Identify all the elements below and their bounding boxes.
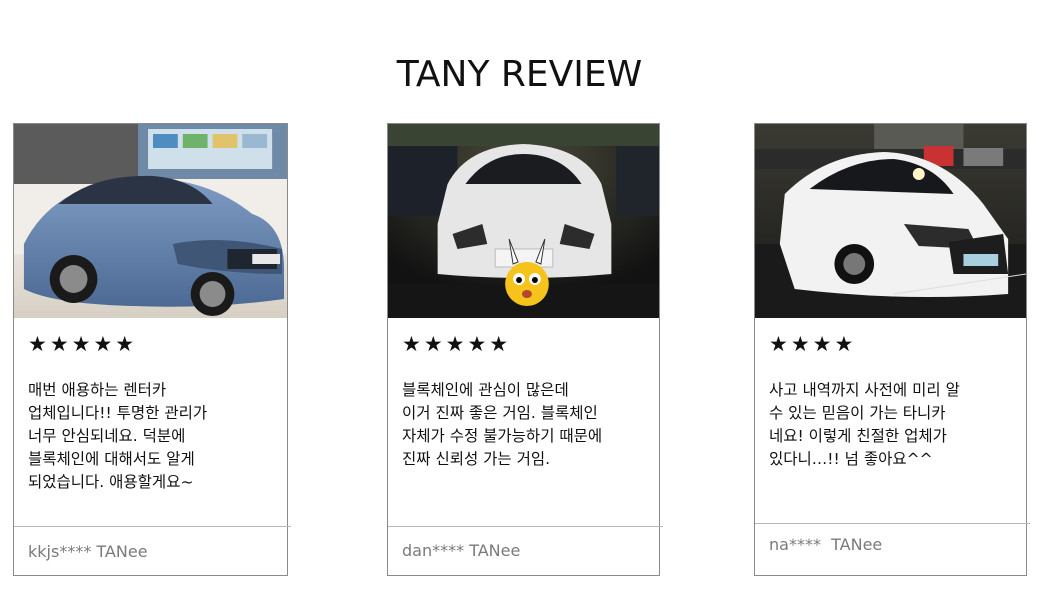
- divider: [14, 526, 291, 527]
- review-card[interactable]: ★★★★ 사고 내역까지 사전에 미리 알 수 있는 믿음이 가는 타니카 네요…: [754, 123, 1030, 576]
- review-card[interactable]: ★★★★★ 매번 애용하는 렌터카 업체입니다!! 투명한 관리가 너무 안심되…: [13, 123, 291, 576]
- star-rating: ★★★★★: [28, 332, 138, 356]
- divider: [388, 526, 663, 527]
- review-card[interactable]: ★★★★★ 블록체인에 관심이 많은데 이거 진짜 좋은 거임. 블록체인 자체…: [387, 123, 663, 576]
- reviewer-name: dan**** TANee: [402, 541, 521, 560]
- white-coupe-night-photo: [755, 124, 1026, 318]
- reviewer-name: kkjs**** TANee: [28, 542, 148, 561]
- blue-sedan-photo: [14, 124, 287, 318]
- page-title: TANY REVIEW: [396, 54, 643, 95]
- review-text: 사고 내역까지 사전에 미리 알 수 있는 믿음이 가는 타니카 네요! 이렇게…: [769, 381, 960, 468]
- star-rating: ★★★★: [769, 332, 857, 356]
- star-rating: ★★★★★: [402, 332, 512, 356]
- white-sedan-night-photo: [388, 124, 659, 318]
- review-text: 블록체인에 관심이 많은데 이거 진짜 좋은 거임. 블록체인 자체가 수정 불…: [402, 381, 603, 468]
- reviewer-name: na**** TANee: [769, 535, 883, 554]
- divider: [755, 523, 1030, 524]
- review-text: 매번 애용하는 렌터카 업체입니다!! 투명한 관리가 너무 안심되네요. 덕분…: [28, 381, 208, 491]
